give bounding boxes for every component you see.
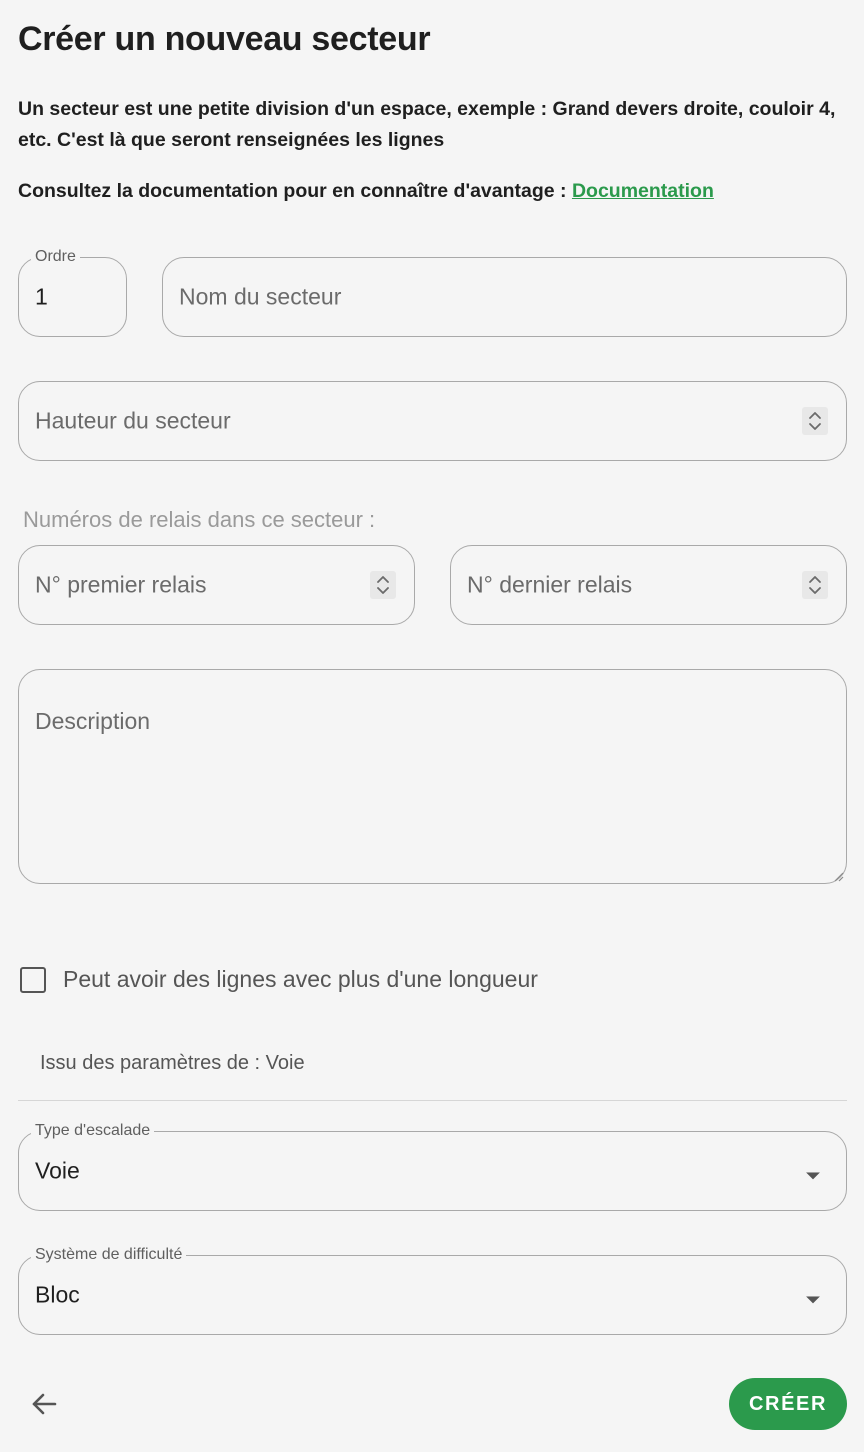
first-relay-placeholder: N° premier relais xyxy=(35,571,207,598)
description-placeholder: Description xyxy=(35,708,151,734)
difficulty-system-select[interactable]: Système de difficulté Bloc xyxy=(18,1245,847,1335)
climb-type-value: Voie xyxy=(35,1157,80,1184)
inherit-info-text: Issu des paramètres de : Voie xyxy=(40,1052,305,1074)
first-relay-stepper-icon[interactable] xyxy=(370,571,396,599)
last-relay-input[interactable]: N° dernier relais xyxy=(450,545,847,625)
create-button[interactable]: CRÉER xyxy=(729,1378,847,1430)
create-sector-page: Créer un nouveau secteur Un secteur est … xyxy=(0,0,864,1452)
dropdown-arrow-icon xyxy=(806,1167,820,1185)
difficulty-system-label: Système de difficulté xyxy=(31,1245,187,1265)
sector-height-input[interactable]: Hauteur du secteur xyxy=(18,381,847,461)
height-stepper-icon[interactable] xyxy=(802,407,828,435)
resize-handle-icon[interactable] xyxy=(832,869,844,882)
climb-type-label: Type d'escalade xyxy=(31,1121,155,1141)
divider xyxy=(18,1100,847,1101)
description-textarea[interactable]: Description xyxy=(18,669,847,884)
page-title: Créer un nouveau secteur xyxy=(18,20,431,58)
documentation-link[interactable]: Documentation xyxy=(572,180,714,202)
arrow-left-icon xyxy=(32,1393,57,1415)
multi-length-option[interactable]: Peut avoir des lignes avec plus d'une lo… xyxy=(20,966,538,993)
order-value: 1 xyxy=(35,283,48,310)
dropdown-arrow-icon xyxy=(806,1291,820,1309)
documentation-line: Consultez la documentation pour en conna… xyxy=(18,180,714,203)
last-relay-stepper-icon[interactable] xyxy=(802,571,828,599)
relays-section-label: Numéros de relais dans ce secteur : xyxy=(23,507,376,532)
last-relay-placeholder: N° dernier relais xyxy=(467,571,633,598)
difficulty-system-value: Bloc xyxy=(35,1281,80,1308)
intro-text: Un secteur est une petite division d'un … xyxy=(18,98,836,151)
multi-length-label: Peut avoir des lignes avec plus d'une lo… xyxy=(63,966,538,992)
order-label: Ordre xyxy=(31,247,80,267)
documentation-prefix: Consultez la documentation pour en conna… xyxy=(18,180,572,202)
multi-length-checkbox[interactable] xyxy=(20,966,46,993)
order-field[interactable]: Ordre 1 xyxy=(18,247,127,337)
first-relay-input[interactable]: N° premier relais xyxy=(18,545,415,625)
sector-height-placeholder: Hauteur du secteur xyxy=(35,407,231,434)
climb-type-select[interactable]: Type d'escalade Voie xyxy=(18,1121,847,1211)
sector-name-placeholder: Nom du secteur xyxy=(179,283,342,310)
back-button[interactable] xyxy=(24,1384,64,1424)
sector-name-input[interactable]: Nom du secteur xyxy=(162,257,847,337)
